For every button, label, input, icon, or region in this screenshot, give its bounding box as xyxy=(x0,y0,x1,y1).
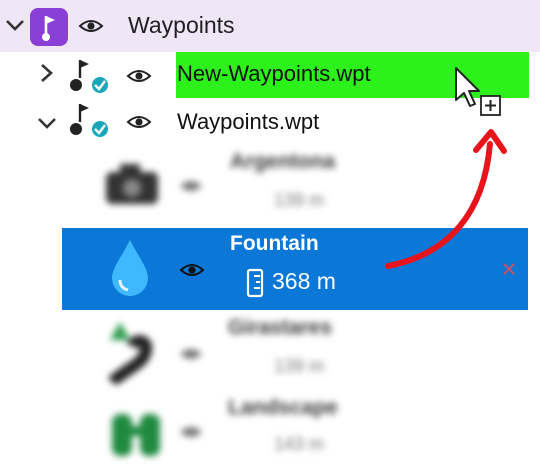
visibility-eye-icon[interactable] xyxy=(126,66,152,86)
binoculars-icon xyxy=(108,406,164,465)
chevron-right-icon[interactable] xyxy=(36,62,56,88)
waypoint-name: Argentona xyxy=(230,150,335,173)
file-label-waypoints[interactable]: Waypoints.wpt xyxy=(177,109,319,135)
water-drop-icon xyxy=(108,238,152,303)
visibility-eye-icon[interactable] xyxy=(178,422,204,447)
waypoint-name: Landscape xyxy=(228,396,338,419)
list-item[interactable]: Landscape 143 m xyxy=(100,392,520,472)
waypoint-file-icon xyxy=(66,100,126,145)
visibility-eye-icon[interactable] xyxy=(179,260,205,280)
visibility-eye-icon[interactable] xyxy=(178,176,204,201)
chevron-down-icon[interactable] xyxy=(36,112,58,138)
road-icon xyxy=(102,320,162,389)
camera-icon xyxy=(104,160,160,211)
waypoint-name: Girastares xyxy=(228,316,332,339)
file-label-new-waypoints[interactable]: New-Waypoints.wpt xyxy=(177,61,371,87)
visibility-eye-icon[interactable] xyxy=(126,112,152,132)
ruler-icon xyxy=(246,268,264,303)
visibility-eye-icon[interactable] xyxy=(178,344,204,369)
visibility-eye-icon[interactable] xyxy=(78,16,104,36)
waypoint-name: Fountain xyxy=(230,232,319,255)
waypoint-distance: 139 m xyxy=(274,356,325,376)
drag-arrow xyxy=(380,120,520,285)
copy-cursor-icon xyxy=(454,66,506,127)
flag-icon xyxy=(30,8,68,46)
waypoint-file-icon xyxy=(66,56,126,101)
root-label: Waypoints xyxy=(128,12,235,38)
waypoint-distance: 143 m xyxy=(274,434,325,454)
chevron-down-icon[interactable] xyxy=(4,14,26,40)
waypoint-distance: 368 m xyxy=(272,268,336,294)
waypoint-distance: 139 m xyxy=(274,190,325,210)
list-item[interactable]: Girastares 139 m xyxy=(100,312,520,390)
